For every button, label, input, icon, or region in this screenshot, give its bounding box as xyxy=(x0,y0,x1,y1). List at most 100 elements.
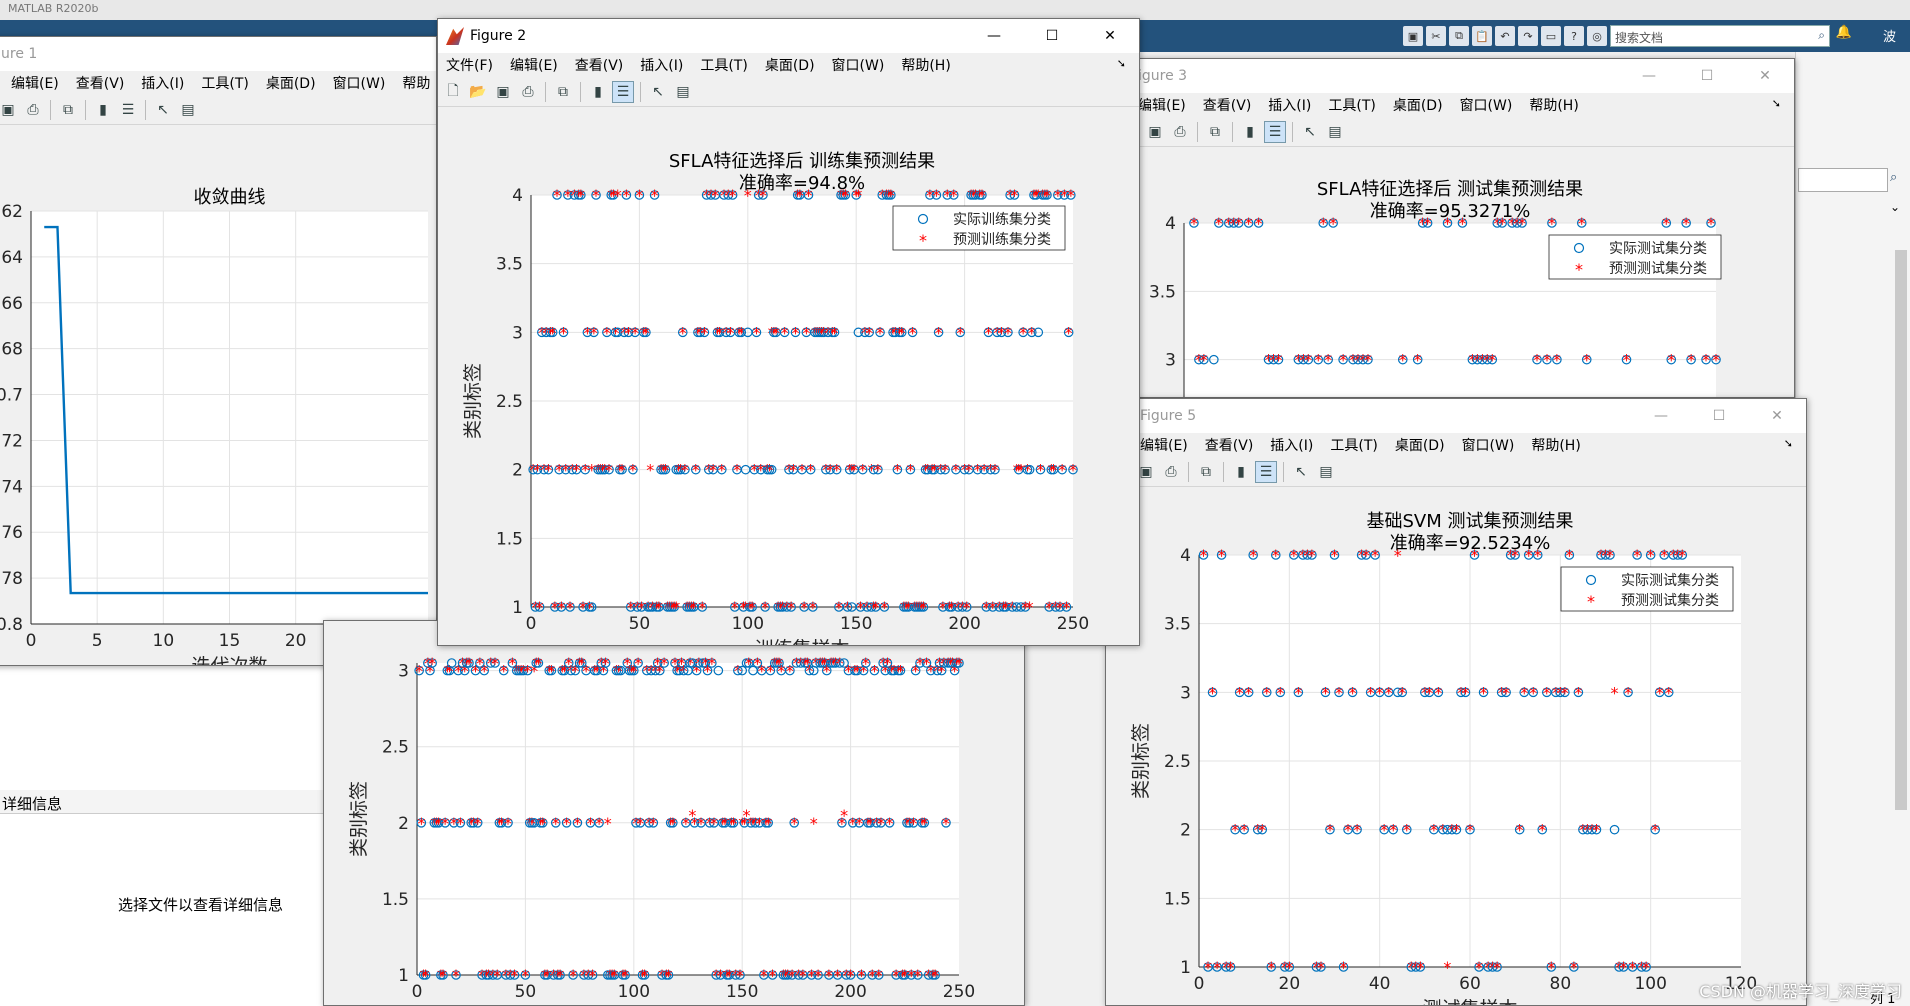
y-tick-label: 1 xyxy=(1180,958,1191,978)
menu-edit[interactable]: 编辑(E) xyxy=(1140,435,1188,455)
search-icon[interactable]: ⌕ xyxy=(1818,28,1825,43)
link-plot-icon[interactable]: ⧉ xyxy=(57,99,79,121)
figure-1-titlebar[interactable]: ure 1 xyxy=(0,37,436,71)
bell-icon[interactable]: 🔔 xyxy=(1836,25,1852,40)
maximize-icon[interactable]: ☐ xyxy=(1023,19,1081,53)
redo-icon[interactable]: ↷ xyxy=(1518,26,1538,46)
chevron-down-icon[interactable]: ⌄ xyxy=(1890,200,1900,214)
figure-2-titlebar[interactable]: Figure 2 — ☐ ✕ xyxy=(438,19,1139,53)
menu-window[interactable]: 窗口(W) xyxy=(1460,95,1513,115)
user-menu[interactable]: 波 xyxy=(1883,26,1896,45)
menu-window[interactable]: 窗口(W) xyxy=(1462,435,1515,455)
menu-view[interactable]: 查看(V) xyxy=(1203,95,1252,115)
print-icon[interactable]: ⎙ xyxy=(1160,461,1182,483)
pointer-icon[interactable]: ↖ xyxy=(152,99,174,121)
figure-1-window[interactable]: ure 1 编辑(E) 查看(V) 插入(I) 工具(T) 桌面(D) 窗口(W) 帮助 ▣… xyxy=(0,36,437,666)
menu-desktop[interactable]: 桌面(D) xyxy=(266,73,316,93)
menu-tools[interactable]: 工具(T) xyxy=(201,73,248,93)
dock-icon[interactable]: ➘ xyxy=(1117,57,1126,70)
print-icon[interactable]: ⎙ xyxy=(22,99,44,121)
print-icon[interactable]: ⎙ xyxy=(1169,121,1191,143)
pointer-icon[interactable]: ↖ xyxy=(647,81,669,103)
save-icon[interactable]: ▣ xyxy=(492,81,514,103)
save-icon[interactable]: ▣ xyxy=(1403,26,1423,46)
cut-icon[interactable]: ✂ xyxy=(1426,26,1446,46)
switch-windows-icon[interactable]: ▭ xyxy=(1541,26,1561,46)
paste-icon[interactable]: 📋 xyxy=(1472,26,1492,46)
menu-tools[interactable]: 工具(T) xyxy=(1330,435,1377,455)
predicted-class-marker: * xyxy=(1665,683,1673,702)
menu-help[interactable]: 帮助 xyxy=(402,73,430,93)
pointer-icon[interactable]: ↖ xyxy=(1299,121,1321,143)
colorbar-icon[interactable]: ▮ xyxy=(1239,121,1261,143)
save-icon[interactable]: ▣ xyxy=(0,99,19,121)
maximize-icon[interactable]: ☐ xyxy=(1678,59,1736,93)
property-inspector-icon[interactable]: ▤ xyxy=(1324,121,1346,143)
figure-2-window[interactable]: Figure 2 — ☐ ✕ 文件(F) 编辑(E) 查看(V) 插入(I) 工具(T) 桌面… xyxy=(437,18,1140,646)
pointer-icon[interactable]: ↖ xyxy=(1290,461,1312,483)
menu-tools[interactable]: 工具(T) xyxy=(700,55,747,75)
menu-edit[interactable]: 编辑(E) xyxy=(1138,95,1186,115)
minimize-icon[interactable]: — xyxy=(965,19,1023,53)
print-icon[interactable]: ⎙ xyxy=(517,81,539,103)
menu-view[interactable]: 查看(V) xyxy=(575,55,624,75)
undo-icon[interactable]: ↶ xyxy=(1495,26,1515,46)
close-icon[interactable]: ✕ xyxy=(1736,59,1794,93)
menu-help[interactable]: 帮助(H) xyxy=(1531,435,1580,455)
colorbar-icon[interactable]: ▮ xyxy=(1230,461,1252,483)
close-icon[interactable]: ✕ xyxy=(1081,19,1139,53)
colorbar-icon[interactable]: ▮ xyxy=(92,99,114,121)
new-figure-icon[interactable]: 🗋 xyxy=(442,81,464,103)
legend-icon[interactable]: ☰ xyxy=(612,80,634,103)
menu-insert[interactable]: 插入(I) xyxy=(1268,95,1311,115)
minimize-icon[interactable]: — xyxy=(1632,399,1690,433)
figure-5-titlebar[interactable]: Figure 5 — ☐ ✕ xyxy=(1106,399,1806,433)
menu-edit[interactable]: 编辑(E) xyxy=(510,55,558,75)
menu-file[interactable]: 文件(F) xyxy=(446,55,493,75)
link-plot-icon[interactable]: ⧉ xyxy=(1204,121,1226,143)
menu-help[interactable]: 帮助(H) xyxy=(901,55,950,75)
close-icon[interactable]: ✕ xyxy=(1748,399,1806,433)
menu-edit[interactable]: 编辑(E) xyxy=(11,73,59,93)
property-inspector-icon[interactable]: ▤ xyxy=(672,81,694,103)
dock-icon[interactable]: ➘ xyxy=(1772,97,1781,110)
menu-desktop[interactable]: 桌面(D) xyxy=(1395,435,1445,455)
legend-icon[interactable]: ☰ xyxy=(117,99,139,121)
open-icon[interactable]: 📂 xyxy=(467,81,489,103)
copy-icon[interactable]: ⧉ xyxy=(1449,26,1469,46)
dock-icon[interactable]: ➘ xyxy=(1784,437,1793,450)
legend-actual-label: 实际训练集分类 xyxy=(953,211,1051,228)
search-icon-2[interactable]: ⌕ xyxy=(1890,170,1897,185)
help-icon[interactable]: ? xyxy=(1564,26,1584,46)
menu-tools[interactable]: 工具(T) xyxy=(1328,95,1375,115)
community-icon[interactable]: ◎ xyxy=(1587,26,1607,46)
link-plot-icon[interactable]: ⧉ xyxy=(1195,461,1217,483)
address-field[interactable] xyxy=(1798,168,1888,192)
colorbar-icon[interactable]: ▮ xyxy=(587,81,609,103)
legend-icon[interactable]: ☰ xyxy=(1255,460,1277,483)
figure-3-window[interactable]: igure 3 — ☐ ✕ 编辑(E) 查看(V) 插入(I) 工具(T) 桌面(D) 窗口(… xyxy=(1105,58,1795,398)
scrollbar-thumb[interactable] xyxy=(1895,250,1907,810)
menu-insert[interactable]: 插入(I) xyxy=(1270,435,1313,455)
maximize-icon[interactable]: ☐ xyxy=(1690,399,1748,433)
menu-insert[interactable]: 插入(I) xyxy=(640,55,683,75)
predicted-class-marker: * xyxy=(919,598,927,617)
link-plot-icon[interactable]: ⧉ xyxy=(552,81,574,103)
menu-desktop[interactable]: 桌面(D) xyxy=(1393,95,1443,115)
save-icon[interactable]: ▣ xyxy=(1144,121,1166,143)
menu-desktop[interactable]: 桌面(D) xyxy=(765,55,815,75)
figure-5-window[interactable]: Figure 5 — ☐ ✕ 编辑(E) 查看(V) 插入(I) 工具(T) 桌面(D) 窗口… xyxy=(1105,398,1807,1006)
legend-icon[interactable]: ☰ xyxy=(1264,120,1286,143)
menu-insert[interactable]: 插入(I) xyxy=(141,73,184,93)
search-documentation-input[interactable]: 搜索文档 ⌕ xyxy=(1610,25,1830,47)
menu-help[interactable]: 帮助(H) xyxy=(1529,95,1578,115)
menu-window[interactable]: 窗口(W) xyxy=(832,55,885,75)
minimize-icon[interactable]: — xyxy=(1620,59,1678,93)
menu-view[interactable]: 查看(V) xyxy=(76,73,125,93)
figure-4-window[interactable]: 05010015020025011.522.53训练集样本类别标签*******… xyxy=(323,620,1025,1006)
property-inspector-icon[interactable]: ▤ xyxy=(177,99,199,121)
figure-3-titlebar[interactable]: igure 3 — ☐ ✕ xyxy=(1106,59,1794,93)
menu-view[interactable]: 查看(V) xyxy=(1205,435,1254,455)
property-inspector-icon[interactable]: ▤ xyxy=(1315,461,1337,483)
menu-window[interactable]: 窗口(W) xyxy=(333,73,386,93)
